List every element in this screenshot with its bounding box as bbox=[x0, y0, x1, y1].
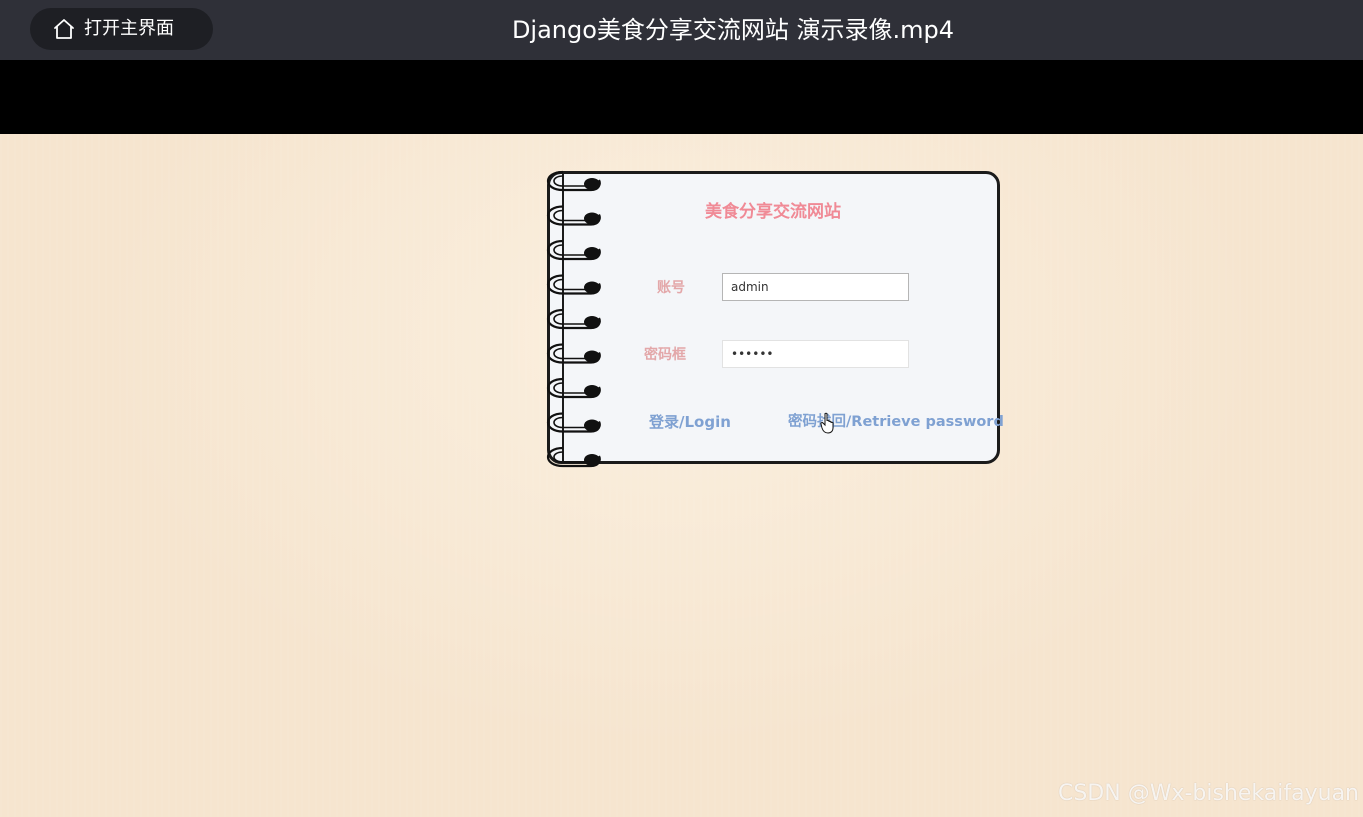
account-input[interactable] bbox=[722, 273, 909, 301]
spiral-hole bbox=[584, 419, 600, 432]
spiral-hole bbox=[584, 454, 600, 466]
spiral-ring-inner bbox=[553, 451, 589, 463]
spiral-hole bbox=[584, 385, 600, 397]
spiral-binding-icon bbox=[546, 170, 601, 468]
spiral-ring-inner bbox=[553, 278, 589, 291]
spiral-hole bbox=[584, 281, 600, 294]
open-main-interface-button[interactable]: 打开主界面 bbox=[30, 8, 213, 50]
video-letterbox bbox=[0, 60, 1363, 134]
spiral-ring-inner bbox=[553, 209, 589, 222]
spiral-hole bbox=[584, 212, 600, 225]
spiral-ring-inner bbox=[553, 347, 589, 360]
login-link[interactable]: 登录/Login bbox=[649, 411, 731, 433]
site-title: 美食分享交流网站 bbox=[705, 202, 841, 222]
spiral-ring-inner bbox=[553, 244, 589, 256]
csdn-watermark: CSDN @Wx-bishekaifayuan bbox=[1057, 781, 1359, 806]
spiral-ring-inner bbox=[553, 382, 589, 394]
spiral-hole bbox=[584, 350, 600, 363]
spiral-hole bbox=[584, 247, 600, 259]
spiral-hole bbox=[584, 316, 600, 328]
hand-cursor-icon bbox=[820, 412, 834, 434]
home-icon bbox=[54, 19, 74, 39]
password-input[interactable] bbox=[722, 340, 909, 368]
video-title: Django美食分享交流网站 演示录像.mp4 bbox=[511, 16, 955, 44]
spiral-hole bbox=[584, 178, 600, 190]
spiral-ring-inner bbox=[553, 313, 589, 325]
account-label: 账号 bbox=[657, 280, 685, 296]
spiral-ring-inner bbox=[553, 175, 589, 187]
spiral-ring-inner bbox=[553, 416, 589, 429]
player-topbar: 打开主界面 Django美食分享交流网站 演示录像.mp4 bbox=[0, 0, 1363, 60]
password-label: 密码框 bbox=[644, 347, 686, 363]
open-main-interface-label: 打开主界面 bbox=[84, 18, 174, 39]
